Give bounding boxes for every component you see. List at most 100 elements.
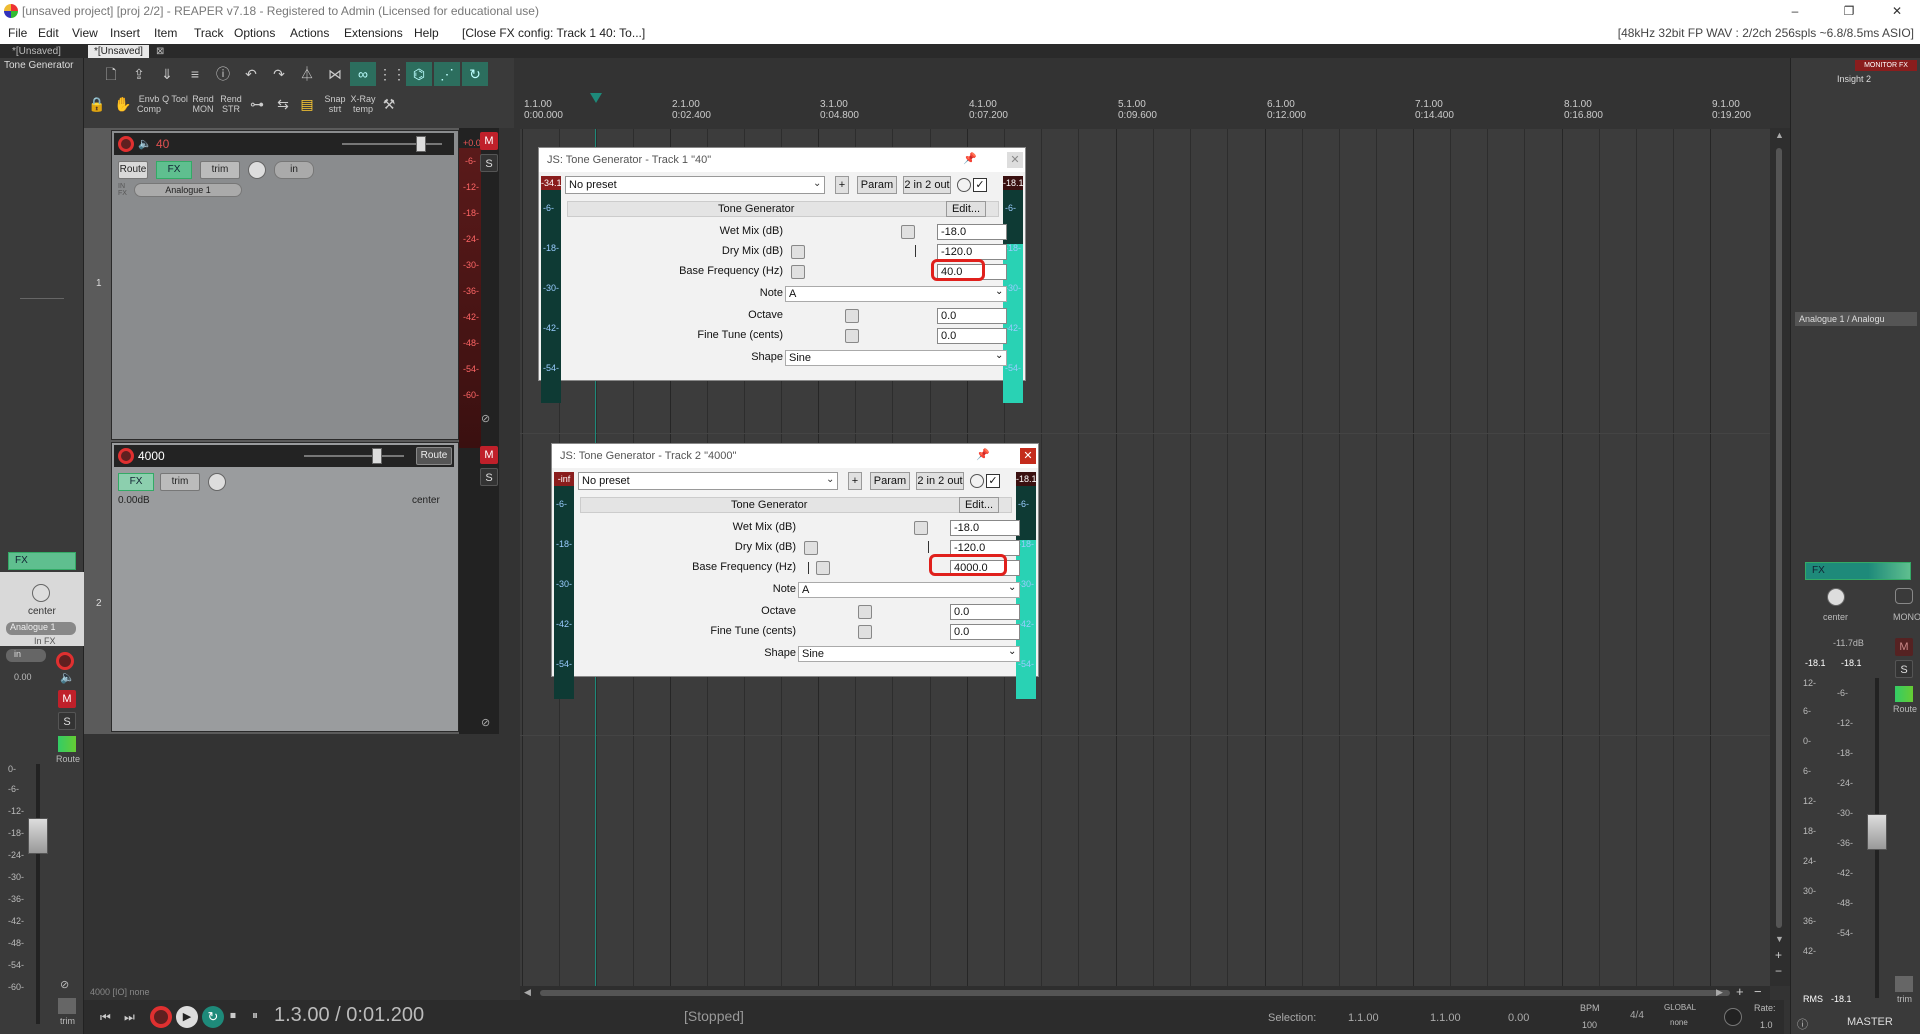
automation-mode[interactable]: none [1670, 1018, 1688, 1027]
base-frequency-slider[interactable] [816, 561, 830, 575]
master-info-icon[interactable]: ⓘ [1797, 1016, 1808, 1032]
menu-item[interactable]: Item [154, 22, 177, 44]
zoom-in-vertical-icon[interactable]: + [1775, 948, 1782, 962]
undo-icon[interactable]: ↶ [238, 62, 264, 86]
master-fx-button[interactable]: FX [1805, 562, 1911, 580]
track-1-in-button[interactable]: in [274, 161, 314, 179]
master-solo-button[interactable]: S [1895, 660, 1913, 678]
strip-mute-button[interactable]: M [58, 690, 76, 708]
zoom-out-horizontal-icon[interactable]: − [1754, 984, 1762, 999]
mono-icon[interactable] [1895, 588, 1913, 604]
horizontal-scrollbar[interactable]: ◀ ▶ + − [520, 984, 1770, 1000]
bypass-checkbox[interactable]: ✓ [986, 474, 1000, 488]
zoom-out-vertical-icon[interactable]: − [1775, 964, 1782, 978]
strip-fx-button[interactable]: FX [8, 552, 76, 570]
scroll-left-icon[interactable]: ◀ [524, 987, 531, 998]
menu-view[interactable]: View [72, 22, 98, 44]
fine-tune-slider[interactable] [845, 329, 859, 343]
menu-track[interactable]: Track [194, 22, 224, 44]
record-button[interactable] [150, 1006, 172, 1028]
preset-select[interactable]: No preset [578, 472, 838, 490]
close-icon[interactable]: ✕ [1020, 448, 1036, 464]
project-settings-icon[interactable]: ≡ [182, 62, 208, 86]
shape-select[interactable]: Sine [798, 646, 1020, 662]
pin-icon[interactable]: 📌 [963, 152, 977, 165]
zoom-in-horizontal-icon[interactable]: + [1736, 984, 1744, 999]
play-button[interactable]: ▶ [176, 1006, 198, 1028]
tab-project-2[interactable]: *[Unsaved] [88, 45, 149, 58]
menu-help[interactable]: Help [414, 22, 439, 44]
track-2-solo-button[interactable]: S [480, 468, 498, 486]
track-2-volume-slider[interactable] [304, 455, 404, 457]
track-2-trim-button[interactable]: trim [160, 473, 200, 491]
pin-icon[interactable]: 📌 [976, 448, 990, 461]
dry-mix-value[interactable]: -120.0 [937, 244, 1007, 260]
track-1-phase-icon[interactable]: ⊘ [481, 412, 490, 425]
scroll-up-icon[interactable]: ▲ [1775, 130, 1784, 140]
time-signature[interactable]: 4/4 [1630, 1010, 1644, 1021]
menu-options[interactable]: Options [234, 22, 275, 44]
strip-trim-icon[interactable] [58, 998, 76, 1014]
monitor-fx-button[interactable]: MONITOR FX [1855, 60, 1917, 71]
fx-window-track-1[interactable]: JS: Tone Generator - Track 1 "40" 📌 ✕ -3… [538, 147, 1026, 403]
track-2-name[interactable]: 4000 [138, 445, 165, 467]
add-preset-button[interactable]: + [835, 176, 849, 194]
strip-solo-button[interactable]: S [58, 712, 76, 730]
vertical-scrollbar[interactable]: ▲ ▼ + − [1770, 128, 1790, 986]
octave-slider[interactable] [845, 309, 859, 323]
time-display[interactable]: 1.3.00 / 0:01.200 [274, 1004, 424, 1027]
tab-close-icon[interactable]: ⊠ [150, 45, 170, 58]
track-2-phase-icon[interactable]: ⊘ [481, 716, 490, 729]
close-icon[interactable]: ✕ [1007, 152, 1023, 168]
menu-extensions[interactable]: Extensions [344, 22, 403, 44]
stop-button[interactable]: ⏹ [230, 1008, 236, 1023]
track-1-volume-thumb[interactable] [416, 136, 426, 152]
note-select[interactable]: A [785, 286, 1007, 302]
fx-window-title[interactable]: JS: Tone Generator - Track 1 "40" [539, 148, 1025, 172]
dry-mix-slider[interactable] [804, 541, 818, 555]
track-2-fx-button[interactable]: FX [118, 473, 154, 491]
master-mute-button[interactable]: M [1895, 638, 1913, 656]
strip-phase-icon[interactable]: ⊘ [60, 978, 69, 991]
horizontal-scroll-thumb[interactable] [540, 990, 1730, 996]
track-1-name[interactable]: 40 [156, 133, 169, 155]
redo-icon[interactable]: ↷ [266, 62, 292, 86]
bpm-value[interactable]: 100 [1582, 1020, 1597, 1030]
timeline-ruler[interactable]: 1.1.00 0:00.000 2.1.00 0:02.400 3.1.00 0:04… [520, 93, 1770, 129]
octave-slider[interactable] [858, 605, 872, 619]
fx-window-track-2[interactable]: JS: Tone Generator - Track 2 "4000" 📌 ✕ … [551, 443, 1039, 699]
go-to-end-icon[interactable]: ⏭ [124, 1010, 135, 1025]
strip-input-select[interactable]: Analogue 1 [6, 622, 76, 635]
loop-icon[interactable]: ↻ [462, 62, 488, 86]
menu-insert[interactable]: Insert [110, 22, 140, 44]
audio-status[interactable]: [48kHz 32bit FP WAV : 2/2ch 256spls ~6.8… [1618, 22, 1914, 44]
dry-mix-slider[interactable] [791, 245, 805, 259]
fx-window-title[interactable]: JS: Tone Generator - Track 2 "4000" [552, 444, 1038, 468]
master-trim-icon[interactable] [1895, 976, 1913, 992]
track-2-pan-knob[interactable] [208, 473, 226, 491]
save-project-icon[interactable]: ⇓ [154, 62, 180, 86]
menu-actions[interactable]: Actions [290, 22, 329, 44]
shape-select[interactable]: Sine [785, 350, 1007, 366]
mixer-icon[interactable]: ⊶ [244, 92, 270, 116]
rate-value[interactable]: 1.0 [1760, 1020, 1773, 1030]
io-button[interactable]: 2 in 2 out [916, 472, 964, 490]
track-1-panel[interactable]: 🔈 40 Route FX trim in IN FX Analogue 1 [111, 130, 459, 440]
tab-project-1[interactable]: *[Unsaved] [6, 45, 67, 58]
grid-icon[interactable]: ⋮⋮ [378, 62, 406, 86]
lock-icon[interactable]: 🔒 [84, 92, 110, 116]
wet-knob-icon[interactable] [957, 178, 971, 192]
rend-str-button[interactable]: Rend STR [216, 94, 246, 114]
selection-length[interactable]: 0.00 [1508, 1012, 1529, 1024]
edit-button[interactable]: Edit... [946, 201, 986, 217]
info-icon[interactable]: ⓘ [210, 62, 236, 86]
close-window-button[interactable]: ✕ [1874, 0, 1920, 22]
fine-tune-value[interactable]: 0.0 [950, 624, 1020, 640]
master-route-icon[interactable] [1895, 686, 1913, 702]
auto-crossfade-icon[interactable]: ∞ [350, 62, 376, 86]
playrate-knob[interactable] [1724, 1008, 1742, 1026]
open-project-icon[interactable]: ⇪ [126, 62, 152, 86]
track-1-record-arm[interactable] [118, 136, 134, 152]
grid-lines-icon[interactable]: ⋰ [434, 62, 460, 86]
track-1-fx-button[interactable]: FX [156, 161, 192, 179]
